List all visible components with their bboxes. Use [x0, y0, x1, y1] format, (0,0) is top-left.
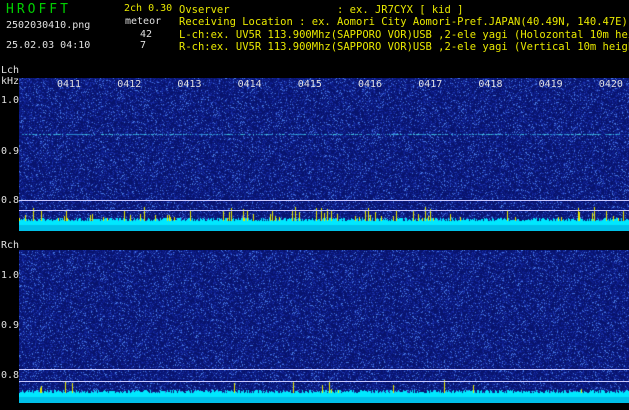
meteor-count-rch: 7 [140, 40, 147, 51]
time-label-0415: 0415 [297, 79, 322, 90]
rch-tick-0.8: 0.8 [1, 370, 20, 381]
rch-ref-line-upper [19, 369, 629, 370]
time-label-0419: 0419 [538, 79, 563, 90]
time-label-0414: 0414 [237, 79, 262, 90]
lch-tick-0.9: 0.9 [1, 146, 20, 157]
time-label-0412: 0412 [117, 79, 142, 90]
lch-spectrogram [19, 78, 629, 231]
rch-tick-1.0: 1.0 [1, 270, 20, 281]
lch-ref-line-lower [19, 210, 629, 211]
observer-line: Ovserver : ex. JR7CYX [ kid ] [179, 4, 464, 16]
time-label-0417: 0417 [418, 79, 443, 90]
image-filename: 2502030410.png [6, 20, 91, 31]
time-label-0418: 0418 [478, 79, 503, 90]
location-line: Receiving Location : ex. Aomori City Aom… [179, 16, 628, 28]
time-label-0416: 0416 [358, 79, 383, 90]
rch-tick-0.9: 0.9 [1, 320, 20, 331]
mode-label: meteor [125, 16, 162, 27]
lch-tick-0.8: 0.8 [1, 195, 20, 206]
app-title: HROFFT [6, 2, 71, 17]
lch-label: Lch [1, 65, 20, 76]
lch-info-line: L-ch:ex. UV5R 113.900Mhz(SAPPORO VOR)USB… [179, 29, 629, 41]
time-label-0420: 0420 [598, 79, 623, 90]
meteor-count-lch: 42 [140, 29, 153, 40]
rch-info-line: R-ch:ex. UV5R 113.900Mhz(SAPPORO VOR)USB… [179, 41, 629, 53]
datetime-label: 25.02.03 04:10 [6, 40, 91, 51]
rch-label: Rch [1, 240, 20, 251]
lch-tick-1.0: 1.0 [1, 95, 20, 106]
app-version: 2ch 0.30 [124, 3, 173, 14]
rch-ref-line-lower [19, 381, 629, 382]
lch-unit: kHz [1, 76, 20, 87]
time-label-0411: 0411 [57, 79, 82, 90]
lch-ref-line-upper [19, 200, 629, 201]
time-label-0413: 0413 [177, 79, 202, 90]
